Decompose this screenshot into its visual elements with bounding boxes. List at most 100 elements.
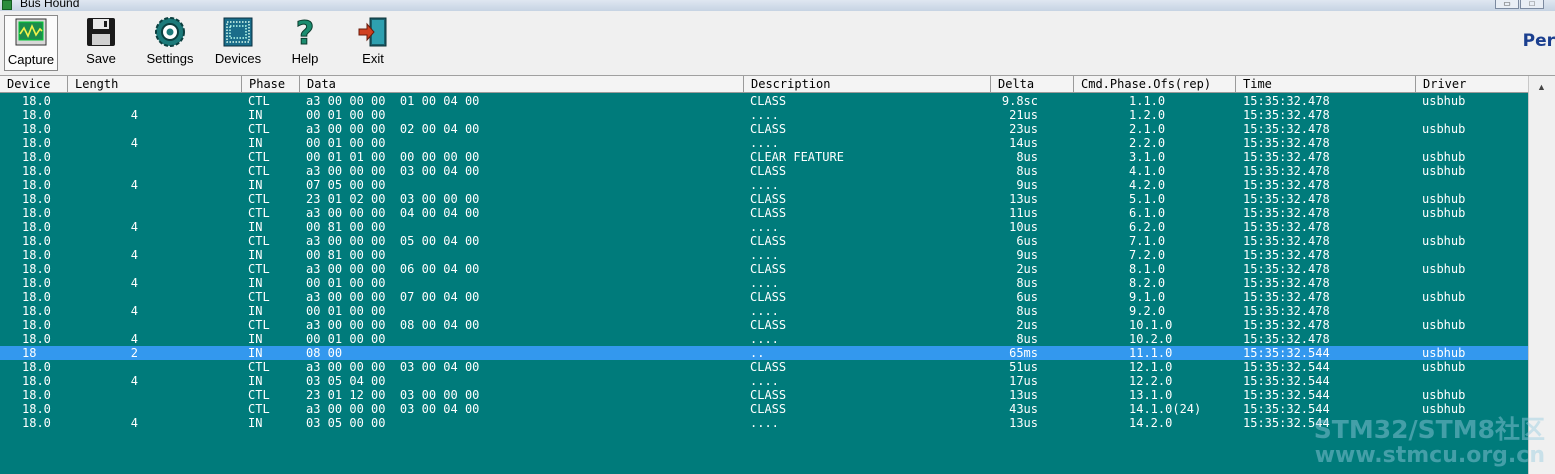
cell-data: 00 01 00 00 — [306, 332, 386, 346]
column-delta[interactable]: Delta — [991, 76, 1074, 92]
cell-time: 15:35:32.478 — [1243, 94, 1330, 108]
table-row[interactable]: 18.0 4 IN 00 01 00 00.... 8us 8.2.0 15:35:32.4… — [0, 276, 1529, 290]
table-row[interactable]: 18.0 CTL a3 00 00 00 03 00 04 00 CLASS 51us 1… — [0, 360, 1529, 374]
table-row[interactable]: 18.0 4 IN 03 05 00 00.... 13us 14.2.0 15:35:32… — [0, 416, 1529, 430]
column-length[interactable]: Length — [68, 76, 242, 92]
watermark: STM32/STM8社区 www.stmcu.org.cn — [1314, 416, 1545, 468]
table-row[interactable]: 18.0 CTL a3 00 00 00 08 00 04 00 CLASS 2us 10… — [0, 318, 1529, 332]
scroll-up-icon[interactable]: ▲ — [1537, 82, 1546, 92]
table-row[interactable]: 18.0 4 IN 00 01 00 00.... 21us 1.2.0 15:35:32.… — [0, 108, 1529, 122]
toolbar: Capture Save Settings Devices ? Help Exi… — [0, 11, 1555, 76]
column-cmd-phase-ofs[interactable]: Cmd.Phase.Ofs(rep) — [1074, 76, 1236, 92]
cell-delta: 8us — [1016, 304, 1038, 318]
cell-delta: 8us — [1016, 276, 1038, 290]
cell-cmd-phase-ofs: 10.2.0 — [1129, 332, 1173, 346]
table-row[interactable]: 18.0 4 IN 00 81 00 00.... 9us 7.2.0 15:35:32.4… — [0, 248, 1529, 262]
cell-time: 15:35:32.478 — [1243, 206, 1330, 220]
exit-button[interactable]: Exit — [350, 15, 396, 71]
cell-delta: 43us — [1009, 402, 1038, 416]
table-row[interactable]: 18.0 4 IN 00 81 00 00.... 10us 6.2.0 15:35:32.… — [0, 220, 1529, 234]
help-button[interactable]: ? Help — [282, 14, 328, 71]
cell-cmd-phase-ofs: 3.1.0 — [1129, 150, 1166, 164]
cell-data: 00 01 00 00 — [306, 276, 386, 290]
cell-cmd-phase-ofs: 2.2.0 — [1129, 136, 1166, 150]
cell-driver: usbhub — [1422, 346, 1466, 360]
table-row[interactable]: 18.0 CTL a3 00 00 00 03 00 04 00 CLASS 43us 1… — [0, 402, 1529, 416]
column-data[interactable]: Data — [300, 76, 744, 92]
table-row[interactable]: 18.0 CTL a3 00 00 00 04 00 04 00 CLASS 11us 6… — [0, 206, 1529, 220]
cell-driver: usbhub — [1422, 164, 1466, 178]
cell-time: 15:35:32.478 — [1243, 248, 1330, 262]
table-row[interactable]: 18.0 CTL 23 01 02 00 03 00 00 00 CLASS 13us 5… — [0, 192, 1529, 206]
table-row[interactable]: 18.0 4 IN 00 01 00 00.... 14us 2.2.0 15:35:32.… — [0, 136, 1529, 150]
cell-length: 4 — [130, 276, 138, 290]
table-row[interactable]: 18.0 CTL a3 00 00 00 03 00 04 00 CLASS 8us 4.… — [0, 164, 1529, 178]
cell-delta: 6us — [1016, 234, 1038, 248]
cell-data: 03 05 04 00 — [306, 374, 386, 388]
cell-time: 15:35:32.544 — [1243, 402, 1330, 416]
cell-description: CLASS — [750, 192, 787, 206]
help-label: Help — [291, 51, 319, 66]
cell-delta: 9us — [1016, 248, 1038, 262]
cell-cmd-phase-ofs: 1.2.0 — [1129, 108, 1166, 122]
cell-length: 4 — [130, 304, 138, 318]
cell-cmd-phase-ofs: 11.1.0 — [1129, 346, 1173, 360]
cell-length: 4 — [130, 416, 138, 430]
cell-cmd-phase-ofs: 1.1.0 — [1129, 94, 1166, 108]
cell-phase: IN — [248, 416, 263, 430]
table-row[interactable]: 18.0 4 IN 00 01 00 00.... 8us 9.2.0 15:35:32.4… — [0, 304, 1529, 318]
capture-button[interactable]: Capture — [4, 15, 58, 71]
save-label: Save — [86, 51, 116, 66]
cell-cmd-phase-ofs: 14.2.0 — [1129, 416, 1173, 430]
cell-device: 18.0 — [22, 94, 51, 108]
cell-device: 18.0 — [22, 178, 51, 192]
capture-table[interactable]: Device Length Phase Data Description Del… — [0, 76, 1555, 474]
table-row[interactable]: 18.0 CTL 00 01 01 00 00 00 00 00 CLEAR FEAT… — [0, 150, 1529, 164]
table-row[interactable]: 18.0 CTL 23 01 12 00 03 00 00 00 CLASS 13us 1… — [0, 388, 1529, 402]
table-row[interactable]: 18.0 CTL a3 00 00 00 07 00 04 00 CLASS 6us 9.… — [0, 290, 1529, 304]
cell-phase: IN — [248, 220, 263, 234]
devices-button[interactable]: Devices — [210, 15, 266, 71]
save-button[interactable]: Save — [76, 15, 126, 71]
cell-phase: IN — [248, 304, 263, 318]
restore-button[interactable]: ▭ — [1495, 0, 1519, 9]
cell-data: a3 00 00 00 03 00 04 00 — [306, 360, 480, 374]
column-device[interactable]: Device — [0, 76, 68, 92]
column-time[interactable]: Time — [1236, 76, 1416, 92]
cell-delta: 8us — [1016, 150, 1038, 164]
cell-device: 18.0 — [22, 248, 51, 262]
cell-time: 15:35:32.544 — [1243, 374, 1330, 388]
table-row[interactable]: 18.0 CTL a3 00 00 00 05 00 04 00 CLASS 6us 7.… — [0, 234, 1529, 248]
table-row[interactable]: 18.0 4 IN 00 01 00 00.... 8us 10.2.0 15:35:32.… — [0, 332, 1529, 346]
cell-delta: 2us — [1016, 318, 1038, 332]
cell-driver: usbhub — [1422, 94, 1466, 108]
column-description[interactable]: Description — [744, 76, 991, 92]
maximize-button[interactable]: □ — [1520, 0, 1544, 9]
vendor-logo: Per — [1522, 31, 1555, 51]
table-row[interactable]: 18.0 CTL a3 00 00 00 01 00 04 00 CLASS 9.8sc… — [0, 94, 1529, 108]
cell-phase: IN — [248, 332, 263, 346]
cell-device: 18.0 — [22, 150, 51, 164]
cell-cmd-phase-ofs: 14.1.0(24) — [1129, 402, 1202, 416]
cell-device: 18.0 — [22, 388, 51, 402]
table-row[interactable]: 18.0 4 IN 07 05 00 00.... 9us 4.2.0 15:35:32.4… — [0, 178, 1529, 192]
table-row[interactable]: 18.0 CTL a3 00 00 00 02 00 04 00 CLASS 23us 2… — [0, 122, 1529, 136]
cell-device: 18.0 — [22, 374, 51, 388]
table-row-selected[interactable]: 18 2 IN 08 00.. 65ms 11.1.0 15:35:32.544 usbhub — [0, 346, 1529, 360]
column-phase[interactable]: Phase — [242, 76, 300, 92]
cell-delta: 51us — [1009, 360, 1038, 374]
cell-time: 15:35:32.478 — [1243, 178, 1330, 192]
cell-description: CLASS — [750, 402, 787, 416]
cell-description: .... — [750, 220, 779, 234]
cell-cmd-phase-ofs: 7.2.0 — [1129, 248, 1166, 262]
devices-label: Devices — [214, 51, 262, 66]
cell-description: CLASS — [750, 360, 787, 374]
table-row[interactable]: 18.0 4 IN 03 05 04 00.... 17us 12.2.0 15:35:32… — [0, 374, 1529, 388]
cell-data: 23 01 12 00 03 00 00 00 — [306, 388, 480, 402]
table-body: 18.0 CTL a3 00 00 00 01 00 04 00 CLASS 9.8sc… — [0, 94, 1529, 430]
table-row[interactable]: 18.0 CTL a3 00 00 00 06 00 04 00 CLASS 2us 8.… — [0, 262, 1529, 276]
cell-length: 4 — [130, 220, 138, 234]
cell-device: 18.0 — [22, 234, 51, 248]
settings-button[interactable]: Settings — [142, 15, 198, 71]
column-driver[interactable]: Driver — [1416, 76, 1529, 92]
